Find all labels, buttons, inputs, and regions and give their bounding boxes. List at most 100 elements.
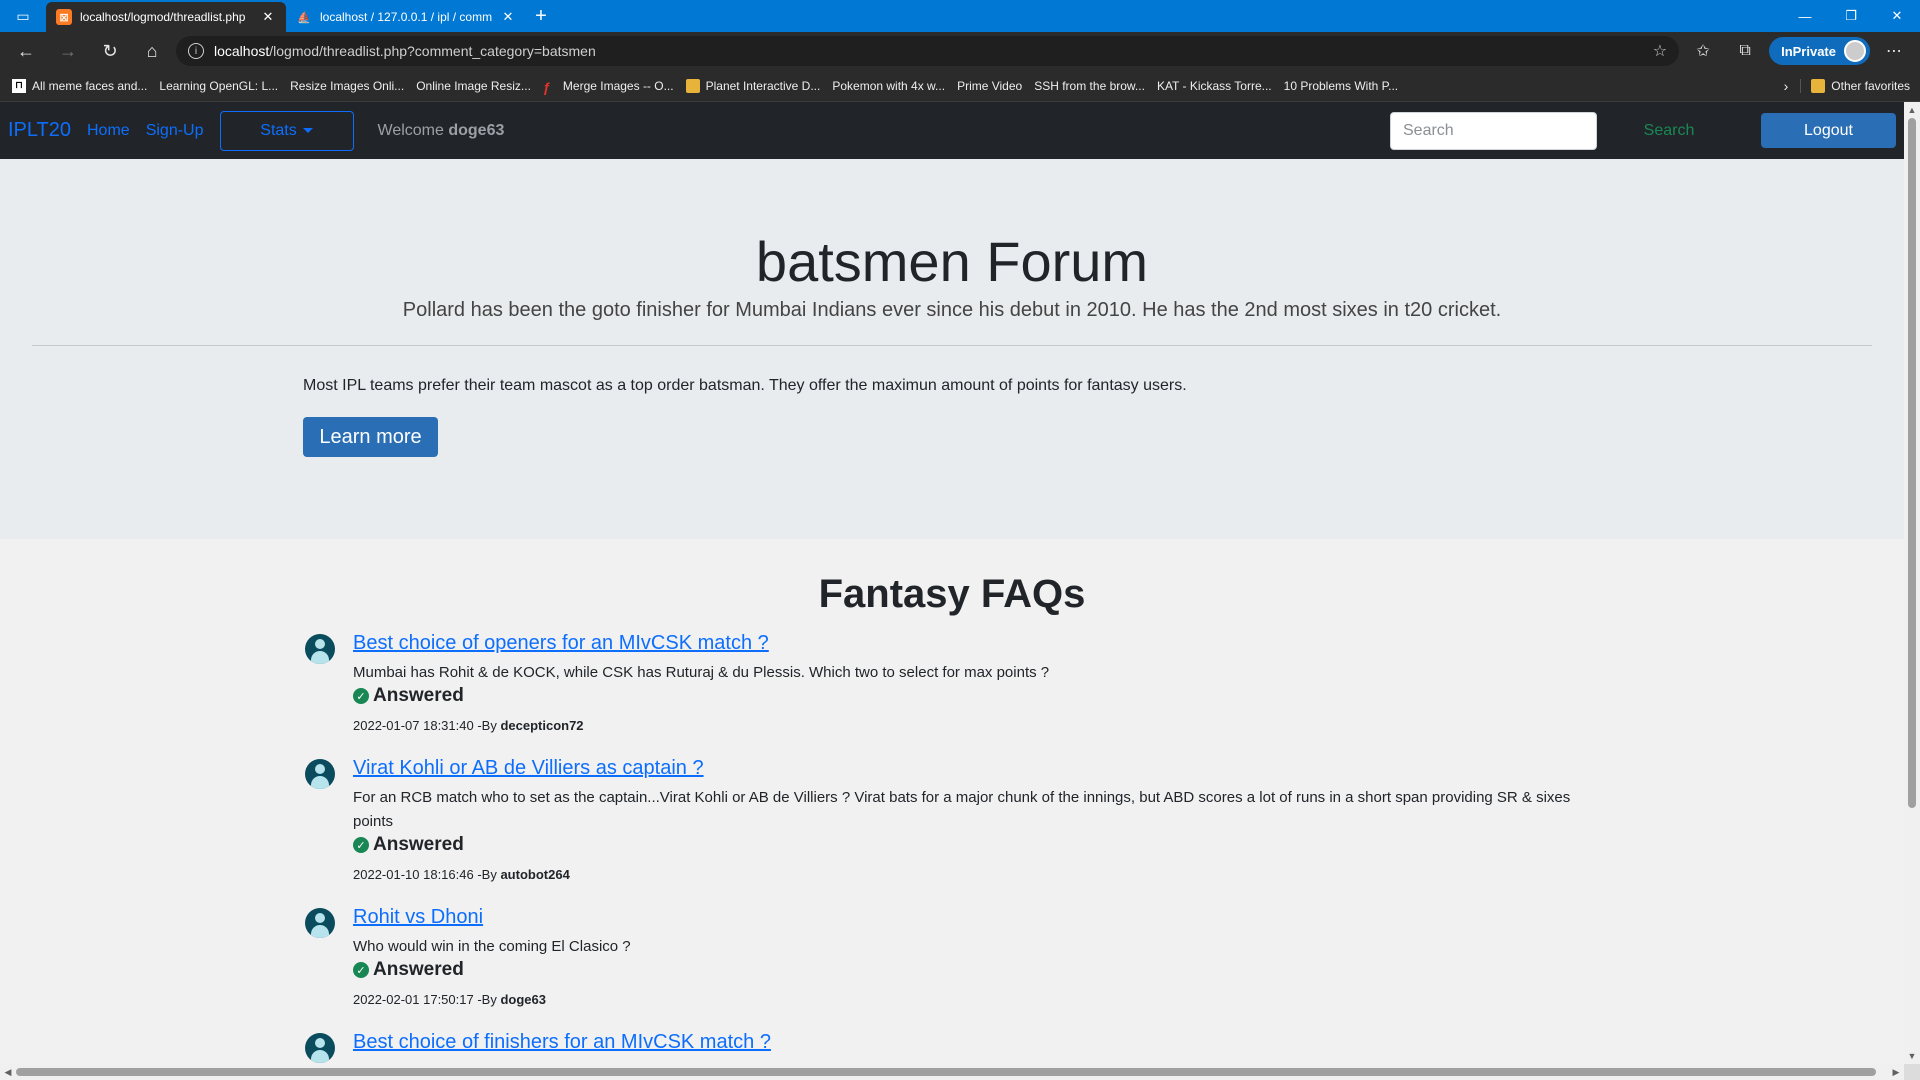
folder-icon bbox=[1811, 78, 1826, 93]
thread-author: doge63 bbox=[500, 992, 546, 1007]
faq-heading: Fantasy FAQs bbox=[818, 572, 1086, 616]
check-circle-icon: ✓ bbox=[353, 962, 369, 978]
learn-more-button[interactable]: Learn more bbox=[303, 417, 438, 457]
window-controls: — ❐ ✕ bbox=[1782, 0, 1920, 32]
user-avatar-icon bbox=[305, 634, 335, 664]
bookmark-other-favorites[interactable]: Other favorites bbox=[1800, 78, 1910, 93]
bookmark-item[interactable]: Online Image Resiz... bbox=[0, 72, 1904, 1080]
scroll-up-arrow-icon[interactable]: ▲ bbox=[1904, 102, 1920, 118]
tab-phpmyadmin[interactable]: ⛵ localhost / 127.0.0.1 / ipl / comm ✕ bbox=[286, 2, 526, 32]
back-arrow-icon[interactable]: ← bbox=[8, 36, 44, 66]
more-options-icon[interactable]: ⋯ bbox=[1876, 36, 1912, 66]
page-viewport: IPLT20 Home Sign-Up Stats Welcome doge63… bbox=[0, 102, 1904, 1064]
xampp-icon: ⊠ bbox=[56, 9, 72, 25]
close-icon[interactable]: ✕ bbox=[500, 9, 516, 25]
close-icon[interactable]: ✕ bbox=[260, 9, 276, 25]
bookmark-label: Resize Images Onli... bbox=[290, 78, 405, 93]
add-favorite-icon[interactable]: ☆ bbox=[1653, 41, 1667, 61]
forward-arrow-icon[interactable]: → bbox=[50, 36, 86, 66]
red-f-icon: ƒ bbox=[542, 78, 551, 95]
chevron-right-icon[interactable]: › bbox=[1772, 78, 1801, 94]
bookmark-item[interactable]: Prime Video bbox=[0, 72, 1904, 1080]
thread-meta: 2022-01-07 18:31:40 -By decepticon72 bbox=[353, 718, 584, 733]
refresh-icon[interactable]: ↻ bbox=[92, 36, 128, 66]
bookmark-label: Pokemon with 4x w... bbox=[832, 78, 946, 93]
logout-button[interactable]: Logout bbox=[1761, 113, 1896, 148]
address-toolbar: ← → ↻ ⌂ i localhost/logmod/threadlist.ph… bbox=[0, 32, 1920, 70]
thread-title-link[interactable]: Best choice of finishers for an MIvCSK m… bbox=[353, 1027, 1603, 1057]
thread-description: For an RCB match who to set as the capta… bbox=[353, 789, 1571, 830]
url-text[interactable]: localhost/logmod/threadlist.php?comment_… bbox=[214, 43, 1643, 59]
nav-home-link[interactable]: Home bbox=[87, 122, 130, 140]
thread-description: Mumbai has Rohit & de KOCK, while CSK ha… bbox=[353, 664, 1050, 681]
tab-threadlist[interactable]: ⊠ localhost/logmod/threadlist.php ✕ bbox=[46, 2, 286, 32]
home-icon[interactable]: ⌂ bbox=[134, 36, 170, 66]
bookmark-item[interactable]: Planet Interactive D... bbox=[684, 72, 831, 100]
bookmark-item[interactable]: Resize Images Onli... bbox=[0, 72, 1904, 1080]
inprivate-label: InPrivate bbox=[1781, 43, 1836, 59]
thread-item: Best choice of openers for an MIvCSK mat… bbox=[303, 628, 1603, 753]
vertical-scrollbar[interactable]: ▲ ▼ bbox=[1904, 102, 1920, 1064]
thread-title-link[interactable]: Virat Kohli or AB de Villiers as captain… bbox=[353, 753, 1603, 783]
horizontal-scrollbar[interactable]: ◀ ▶ bbox=[0, 1064, 1904, 1080]
nav-signup-link[interactable]: Sign-Up bbox=[146, 122, 204, 140]
bookmarks-bar: ⊓ All meme faces and... Learning OpenGL: L… bbox=[0, 70, 1920, 1080]
check-circle-icon: ✓ bbox=[353, 688, 369, 704]
thread-item: Best choice of finishers for an MIvCSK m… bbox=[303, 1027, 1603, 1064]
answered-badge: ✓ Answered bbox=[353, 834, 1603, 856]
bookmark-item[interactable]: Learning OpenGL: L... bbox=[0, 72, 1904, 1080]
answered-badge: ✓ Answered bbox=[353, 685, 1603, 707]
scroll-right-arrow-icon[interactable]: ▶ bbox=[1888, 1064, 1904, 1080]
tab-actions-icon[interactable]: ▭ bbox=[0, 0, 46, 32]
new-tab-icon[interactable]: + bbox=[526, 0, 556, 32]
bookmark-label: Merge Images -- O... bbox=[562, 78, 674, 93]
favorites-icon[interactable]: ✩ bbox=[1685, 36, 1721, 66]
thread-item: Virat Kohli or AB de Villiers as captain… bbox=[303, 753, 1603, 902]
bookmark-item[interactable]: Pokemon with 4x w... bbox=[0, 72, 1904, 1080]
inprivate-badge[interactable]: InPrivate bbox=[1769, 37, 1870, 65]
thread-title-link[interactable]: Best choice of openers for an MIvCSK mat… bbox=[353, 628, 1603, 658]
bookmark-item[interactable]: ⊓ All meme faces and... bbox=[10, 72, 157, 100]
search-input[interactable] bbox=[1390, 111, 1597, 150]
collections-icon[interactable]: ⧉ bbox=[1727, 36, 1763, 66]
bookmark-label: Other favorites bbox=[1831, 78, 1910, 93]
scroll-left-arrow-icon[interactable]: ◀ bbox=[0, 1064, 16, 1080]
thread-title-link[interactable]: Rohit vs Dhoni bbox=[353, 902, 1603, 932]
bookmark-label: All meme faces and... bbox=[32, 78, 148, 93]
stats-dropdown-button[interactable]: Stats bbox=[219, 110, 354, 151]
toolbar-right: ✩ ⧉ InPrivate ⋯ bbox=[1685, 36, 1912, 66]
thread-list: Best choice of openers for an MIvCSK mat… bbox=[303, 628, 1603, 1064]
close-window-icon[interactable]: ✕ bbox=[1874, 0, 1920, 32]
thread-meta: 2022-01-10 18:16:46 -By autobot264 bbox=[353, 867, 570, 882]
scrollbar-thumb[interactable] bbox=[16, 1068, 1876, 1076]
divider bbox=[32, 345, 1872, 346]
search-button[interactable]: Search bbox=[1605, 112, 1733, 150]
bookmark-label: Online Image Resiz... bbox=[416, 78, 531, 93]
brand-link[interactable]: IPLT20 bbox=[8, 119, 71, 142]
stats-label: Stats bbox=[260, 121, 297, 139]
scroll-down-arrow-icon[interactable]: ▼ bbox=[1904, 1048, 1920, 1064]
bookmark-label: Prime Video bbox=[957, 78, 1023, 93]
nav-search-area: Search Logout bbox=[1390, 111, 1896, 150]
bookmark-label: SSH from the brow... bbox=[1034, 78, 1145, 93]
user-avatar-icon bbox=[305, 1033, 335, 1063]
forum-jumbotron: batsmen Forum Pollard has been the goto … bbox=[0, 159, 1904, 539]
user-avatar-icon bbox=[305, 759, 335, 789]
user-avatar-icon bbox=[305, 908, 335, 938]
bookmark-item[interactable]: KAT - Kickass Torre... bbox=[0, 72, 1904, 1080]
thread-description: Who would win in the coming El Clasico ? bbox=[353, 938, 631, 955]
minimize-icon[interactable]: — bbox=[1782, 0, 1828, 32]
forum-description: Most IPL teams prefer their team mascot … bbox=[303, 377, 1187, 394]
restore-icon[interactable]: ❐ bbox=[1828, 0, 1874, 32]
bookmark-item[interactable]: ƒ Merge Images -- O... bbox=[541, 72, 684, 100]
scrollbar-thumb[interactable] bbox=[1908, 118, 1916, 808]
info-icon[interactable]: i bbox=[188, 43, 204, 59]
username: doge63 bbox=[448, 121, 505, 139]
address-bar[interactable]: i localhost/logmod/threadlist.php?commen… bbox=[176, 36, 1680, 66]
bookmark-item[interactable]: 10 Problems With P... bbox=[0, 72, 1904, 1080]
answered-badge: ✓ Answered bbox=[353, 959, 1603, 981]
tab-title: localhost/logmod/threadlist.php bbox=[80, 10, 246, 24]
thread-item: Rohit vs Dhoni Who would win in the comi… bbox=[303, 902, 1603, 1027]
bookmark-item[interactable]: SSH from the brow... bbox=[0, 72, 1904, 1080]
caret-down-icon bbox=[302, 128, 313, 133]
